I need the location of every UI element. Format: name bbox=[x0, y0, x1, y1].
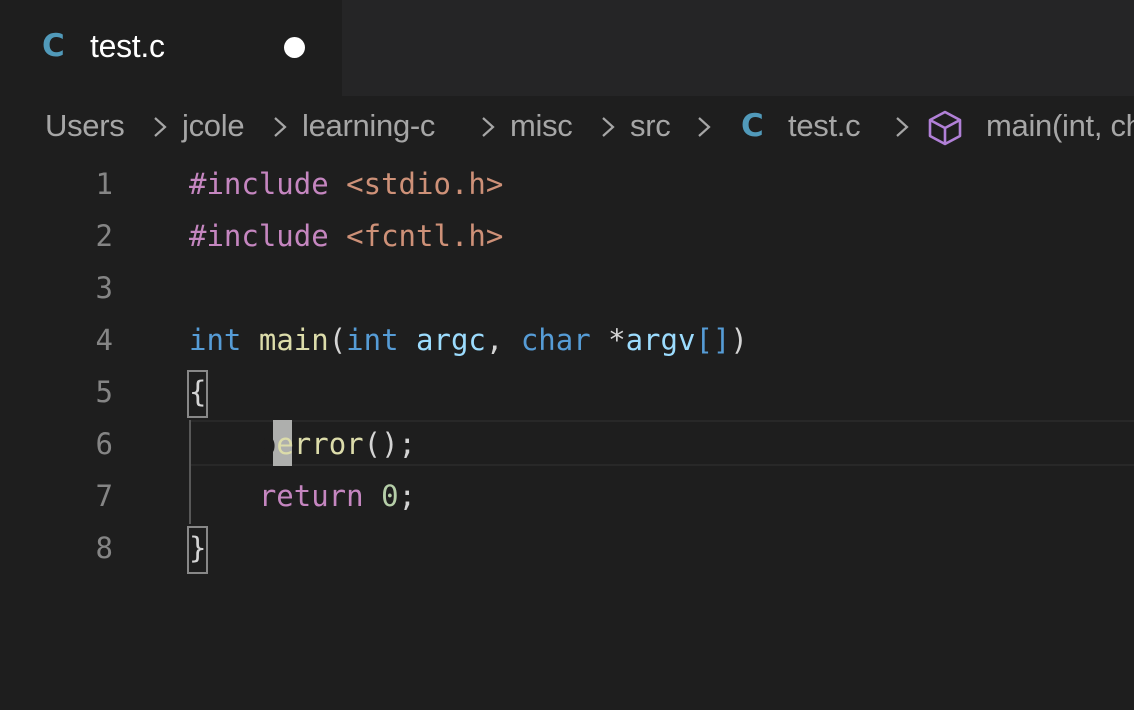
line-number: 3 bbox=[95, 271, 113, 305]
brace-token: { bbox=[189, 375, 207, 409]
punctuation-token: , bbox=[485, 323, 504, 357]
code-line[interactable]: 4 int main(int argc, char *argv[]) bbox=[0, 314, 1134, 366]
header-token: <stdio.h> bbox=[346, 167, 504, 201]
line-number: 5 bbox=[95, 375, 113, 409]
line-content: perror(); bbox=[189, 418, 416, 470]
line-content: int main(int argc, char *argv[]) bbox=[189, 314, 748, 366]
breadcrumb-item-file[interactable]: test.c bbox=[788, 106, 861, 146]
bracket-token: [] bbox=[695, 323, 731, 357]
breadcrumb: Users jcole learning-c misc src C test.c… bbox=[0, 96, 1134, 158]
punctuation-token: ; bbox=[398, 479, 417, 513]
punctuation-token: ( bbox=[328, 323, 347, 357]
editor-window: C test.c Users jcole learning-c misc src… bbox=[0, 0, 1134, 710]
c-language-icon: C bbox=[741, 108, 764, 144]
code-line[interactable]: 2 #include <fcntl.h> bbox=[0, 210, 1134, 262]
chevron-right-icon bbox=[602, 117, 615, 137]
breadcrumb-item-symbol[interactable]: main(int, char *argv[]) bbox=[986, 106, 1134, 146]
tab-bar: C test.c bbox=[0, 0, 1134, 96]
tab-test-c[interactable]: C test.c bbox=[0, 0, 342, 96]
unsaved-dot-icon[interactable] bbox=[284, 37, 305, 58]
breadcrumb-item-jcole[interactable]: jcole bbox=[182, 106, 245, 146]
line-content: return 0; bbox=[189, 470, 416, 522]
code-line[interactable]: 7 return 0; bbox=[0, 470, 1134, 522]
line-content: { bbox=[189, 366, 206, 418]
breadcrumb-item-src[interactable]: src bbox=[630, 106, 671, 146]
type-token: char bbox=[520, 323, 591, 357]
parameter-token: argc bbox=[416, 323, 486, 357]
chevron-right-icon bbox=[896, 117, 909, 137]
chevron-right-icon bbox=[482, 117, 495, 137]
type-token: int bbox=[189, 323, 242, 357]
cube-icon bbox=[928, 110, 962, 146]
brace-token: } bbox=[189, 531, 207, 565]
parameter-token: argv bbox=[625, 323, 696, 357]
breadcrumb-item-misc[interactable]: misc bbox=[510, 106, 573, 146]
code-line[interactable]: 3 bbox=[0, 262, 1134, 314]
punctuation-token: (); bbox=[363, 427, 417, 461]
function-call-token: error bbox=[276, 427, 364, 461]
preprocessor-token: #include bbox=[189, 167, 329, 201]
type-token: int bbox=[346, 323, 399, 357]
line-content: } bbox=[189, 522, 206, 574]
chevron-right-icon bbox=[698, 117, 711, 137]
line-number: 2 bbox=[95, 219, 113, 253]
c-language-icon: C bbox=[42, 28, 65, 64]
code-line[interactable]: 5 { bbox=[0, 366, 1134, 418]
code-line[interactable]: 6 perror(); bbox=[0, 418, 1134, 470]
number-token: 0 bbox=[381, 479, 399, 513]
line-content: #include <stdio.h> bbox=[189, 158, 503, 210]
header-token: <fcntl.h> bbox=[346, 219, 504, 253]
line-number: 8 bbox=[95, 531, 113, 565]
code-line[interactable]: 1 #include <stdio.h> bbox=[0, 158, 1134, 210]
keyword-token: return bbox=[258, 479, 364, 513]
line-number: 1 bbox=[95, 167, 113, 201]
breadcrumb-item-learning-c[interactable]: learning-c bbox=[302, 106, 435, 146]
punctuation-token: ) bbox=[730, 323, 748, 357]
chevron-right-icon bbox=[154, 117, 167, 137]
line-content: #include <fcntl.h> bbox=[189, 210, 503, 262]
code-line[interactable]: 8 } bbox=[0, 522, 1134, 574]
line-number: 6 bbox=[95, 427, 113, 461]
cursor-character: p bbox=[258, 427, 277, 461]
function-name-token: main bbox=[258, 323, 329, 357]
line-number: 4 bbox=[95, 323, 113, 357]
code-editor[interactable]: 1 #include <stdio.h> 2 #include <fcntl.h… bbox=[0, 158, 1134, 710]
operator-token: * bbox=[608, 323, 626, 357]
line-number: 7 bbox=[95, 479, 113, 513]
chevron-right-icon bbox=[274, 117, 287, 137]
breadcrumb-item-users[interactable]: Users bbox=[45, 106, 125, 146]
tab-title: test.c bbox=[90, 28, 165, 64]
preprocessor-token: #include bbox=[189, 219, 329, 253]
